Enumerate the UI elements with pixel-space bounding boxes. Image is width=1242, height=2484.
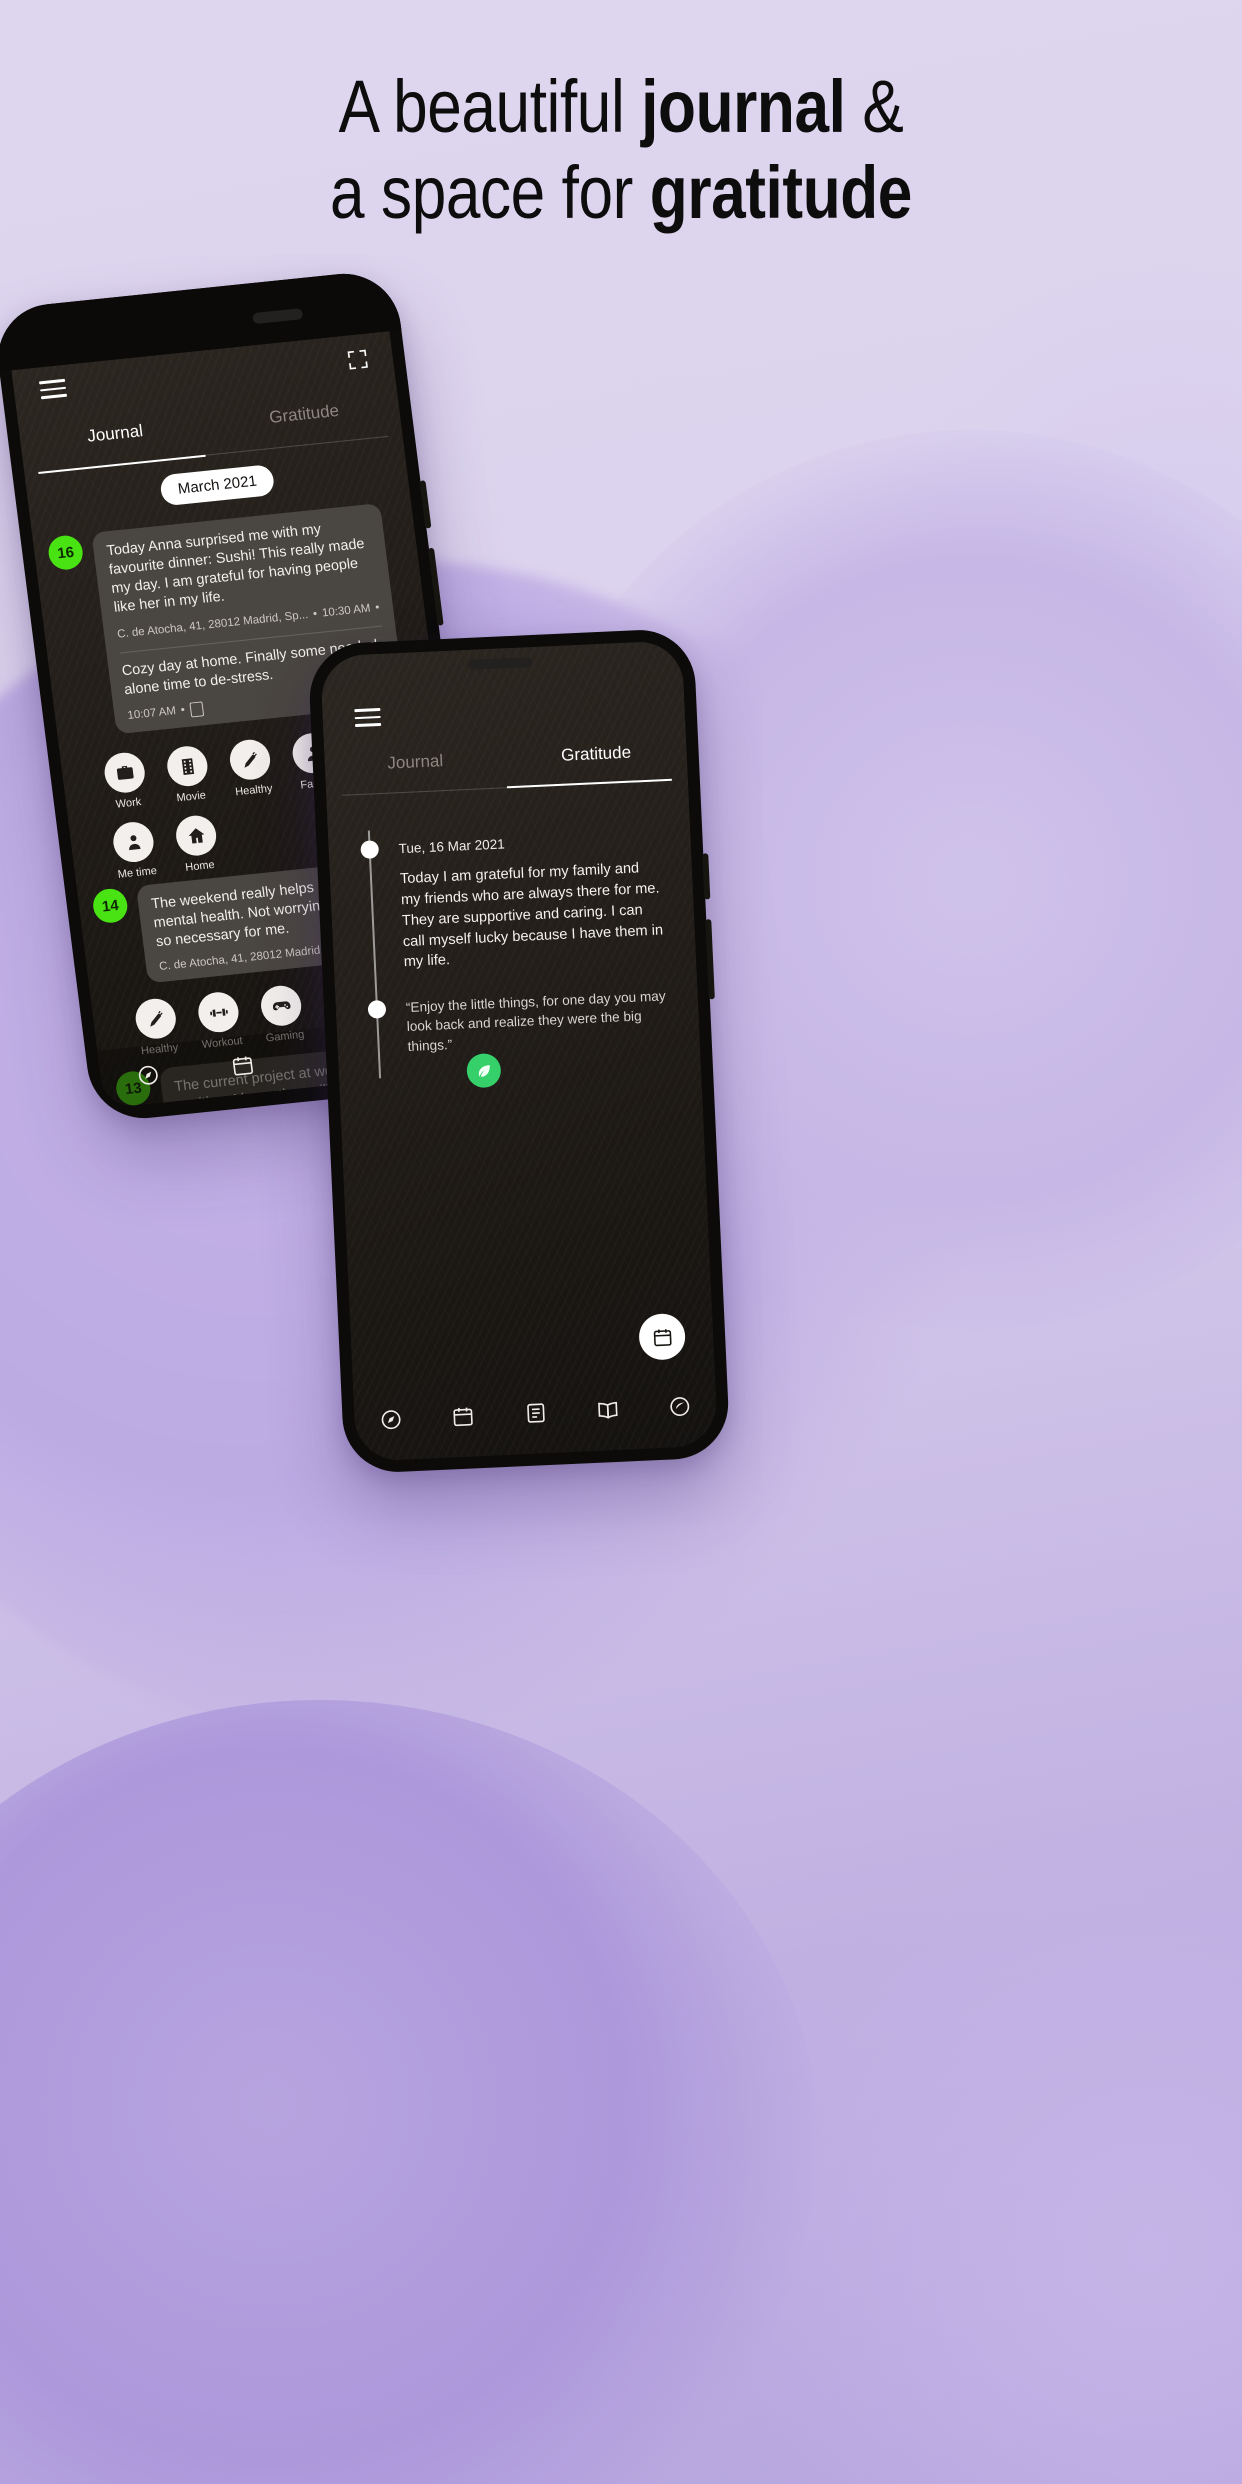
entry-time: 10:30 AM (321, 602, 372, 620)
headline-line1-light: A beautiful (338, 65, 642, 148)
gratitude-quote: “Enjoy the little things, for one day yo… (405, 988, 666, 1054)
tag-label: Home (184, 858, 216, 874)
headline-line-2: a space for gratitude (99, 150, 1142, 236)
hamburger-menu-icon[interactable] (354, 707, 382, 727)
carrot-icon (133, 996, 179, 1041)
meta-dot-3: • (180, 704, 186, 717)
meta-dot: • (312, 608, 318, 621)
tag-work[interactable]: Work (98, 750, 153, 811)
headline-line2-bold: gratitude (649, 150, 913, 234)
document-icon-second[interactable] (189, 701, 204, 718)
tag-row-2: Me time Home (107, 813, 225, 881)
headline-line1-tail: & (845, 65, 904, 148)
gratitude-tabs[interactable]: Journal Gratitude (324, 740, 687, 790)
tab-gratitude[interactable]: Gratitude (208, 395, 401, 447)
tab-gratitude[interactable]: Gratitude (505, 740, 687, 782)
film-strip-icon (164, 744, 210, 789)
expand-fullscreen-icon[interactable] (345, 348, 370, 372)
home-icon (173, 813, 219, 858)
timeline-dot-quote (367, 1000, 387, 1019)
journal-tabs[interactable]: Journal Gratitude (19, 395, 401, 467)
nav-leaf-circle-icon[interactable] (643, 1393, 716, 1419)
carrot-icon (227, 737, 273, 782)
hamburger-menu-icon[interactable] (38, 378, 68, 400)
entry-time-second: 10:07 AM (126, 705, 177, 723)
tag-label: Healthy (234, 782, 274, 799)
leaf-icon[interactable] (466, 1052, 502, 1089)
tag-healthy[interactable]: Healthy (224, 737, 279, 798)
headline: A beautiful journal & a space for gratit… (0, 64, 1242, 236)
timeline-line (367, 830, 382, 1079)
entry-body: Today Anna surprised me with my favourit… (105, 521, 366, 617)
gratitude-entry-date: Tue, 16 Mar 2021 (398, 836, 505, 857)
add-entry-fab[interactable] (638, 1312, 687, 1361)
nav-compass-icon[interactable] (354, 1406, 427, 1432)
nav-book-open-icon[interactable] (571, 1396, 644, 1422)
timeline-dot-entry (360, 840, 380, 859)
gamepad-icon (258, 983, 304, 1028)
phone-gratitude-screen: Journal Gratitude Tue, 16 Mar 2021 Today… (319, 640, 719, 1462)
tag-home[interactable]: Home (170, 813, 225, 874)
gratitude-bottom-nav[interactable] (353, 1375, 717, 1449)
month-pill[interactable]: March 2021 (159, 463, 276, 507)
day-badge: 14 (91, 887, 130, 925)
headline-line2-light: a space for (330, 150, 650, 234)
headline-line-1: A beautiful journal & (99, 64, 1142, 150)
tab-journal[interactable]: Journal (324, 748, 506, 790)
phone-gratitude-device: Journal Gratitude Tue, 16 Mar 2021 Today… (307, 627, 731, 1475)
briefcase-icon (102, 750, 148, 795)
person-icon (111, 820, 156, 865)
gratitude-entry-body: Today I am grateful for my family and my… (399, 860, 664, 971)
dumbbell-icon (196, 990, 241, 1035)
nav-calendar-icon[interactable] (194, 1049, 291, 1082)
headline-line1-bold: journal (641, 65, 846, 148)
meta-dot-2: • (374, 601, 381, 615)
day-badge: 16 (46, 534, 85, 572)
tag-me-time[interactable]: Me time (107, 820, 162, 881)
nav-calendar-icon[interactable] (426, 1403, 499, 1429)
nav-compass-icon[interactable] (100, 1058, 197, 1091)
tag-label: Work (115, 796, 142, 811)
nav-list-icon[interactable] (499, 1399, 572, 1425)
tag-label: Me time (117, 864, 158, 881)
tag-label: Movie (175, 789, 207, 805)
tag-movie[interactable]: Movie (161, 744, 216, 805)
